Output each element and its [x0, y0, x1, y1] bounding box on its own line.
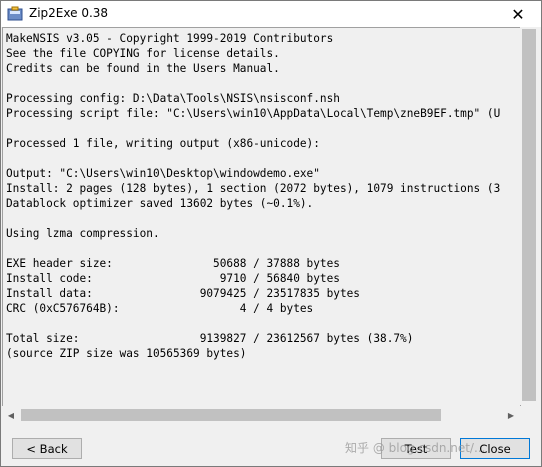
horizontal-scrollbar[interactable]: ◀ ▶ [2, 406, 520, 424]
log-line: MakeNSIS v3.05 - Copyright 1999-2019 Con… [6, 32, 334, 45]
back-button[interactable]: < Back [12, 438, 82, 459]
log-line: Install code: 9710 / 56840 bytes [6, 272, 340, 285]
window-title: Zip2Exe 0.38 [29, 6, 109, 20]
scroll-left-icon[interactable]: ◀ [2, 406, 20, 424]
log-line: Using lzma compression. [6, 227, 160, 240]
log-line: Output: "C:\Users\win10\Desktop\windowde… [6, 167, 320, 180]
log-line: Processing script file: "C:\Users\win10\… [6, 107, 501, 120]
log-text: MakeNSIS v3.05 - Copyright 1999-2019 Con… [6, 31, 500, 361]
vertical-scrollbar[interactable] [520, 27, 538, 405]
title-bar: Zip2Exe 0.38 ✕ [1, 1, 541, 27]
watermark: 知乎 @ blog.csdn.net/... [345, 441, 486, 455]
scroll-right-icon[interactable]: ▶ [502, 406, 520, 424]
vertical-scroll-thumb[interactable] [522, 29, 536, 401]
log-line: Processing config: D:\Data\Tools\NSIS\ns… [6, 92, 340, 105]
zip2exe-window: Zip2Exe 0.38 ✕ MakeNSIS v3.05 - Copyrigh… [0, 0, 542, 467]
close-icon: ✕ [511, 4, 525, 24]
horizontal-scroll-thumb[interactable] [21, 409, 441, 421]
close-window-button[interactable]: ✕ [495, 1, 541, 27]
log-line: Credits can be found in the Users Manual… [6, 62, 280, 75]
log-line: Total size: 9139827 / 23612567 bytes (38… [6, 332, 414, 345]
log-line: (source ZIP size was 10565369 bytes) [6, 347, 247, 360]
log-line: CRC (0xC576764B): 4 / 4 bytes [6, 302, 314, 315]
log-line: Processed 1 file, writing output (x86-un… [6, 137, 320, 150]
log-line: Install data: 9079425 / 23517835 bytes [6, 287, 360, 300]
log-line: Install: 2 pages (128 bytes), 1 section … [6, 182, 501, 195]
output-log[interactable]: MakeNSIS v3.05 - Copyright 1999-2019 Con… [2, 27, 521, 407]
log-line: EXE header size: 50688 / 37888 bytes [6, 257, 340, 270]
scrollbar-corner [520, 406, 538, 424]
app-icon [7, 6, 23, 21]
log-line: See the file COPYING for license details… [6, 47, 280, 60]
log-line: Datablock optimizer saved 13602 bytes (~… [6, 197, 314, 210]
